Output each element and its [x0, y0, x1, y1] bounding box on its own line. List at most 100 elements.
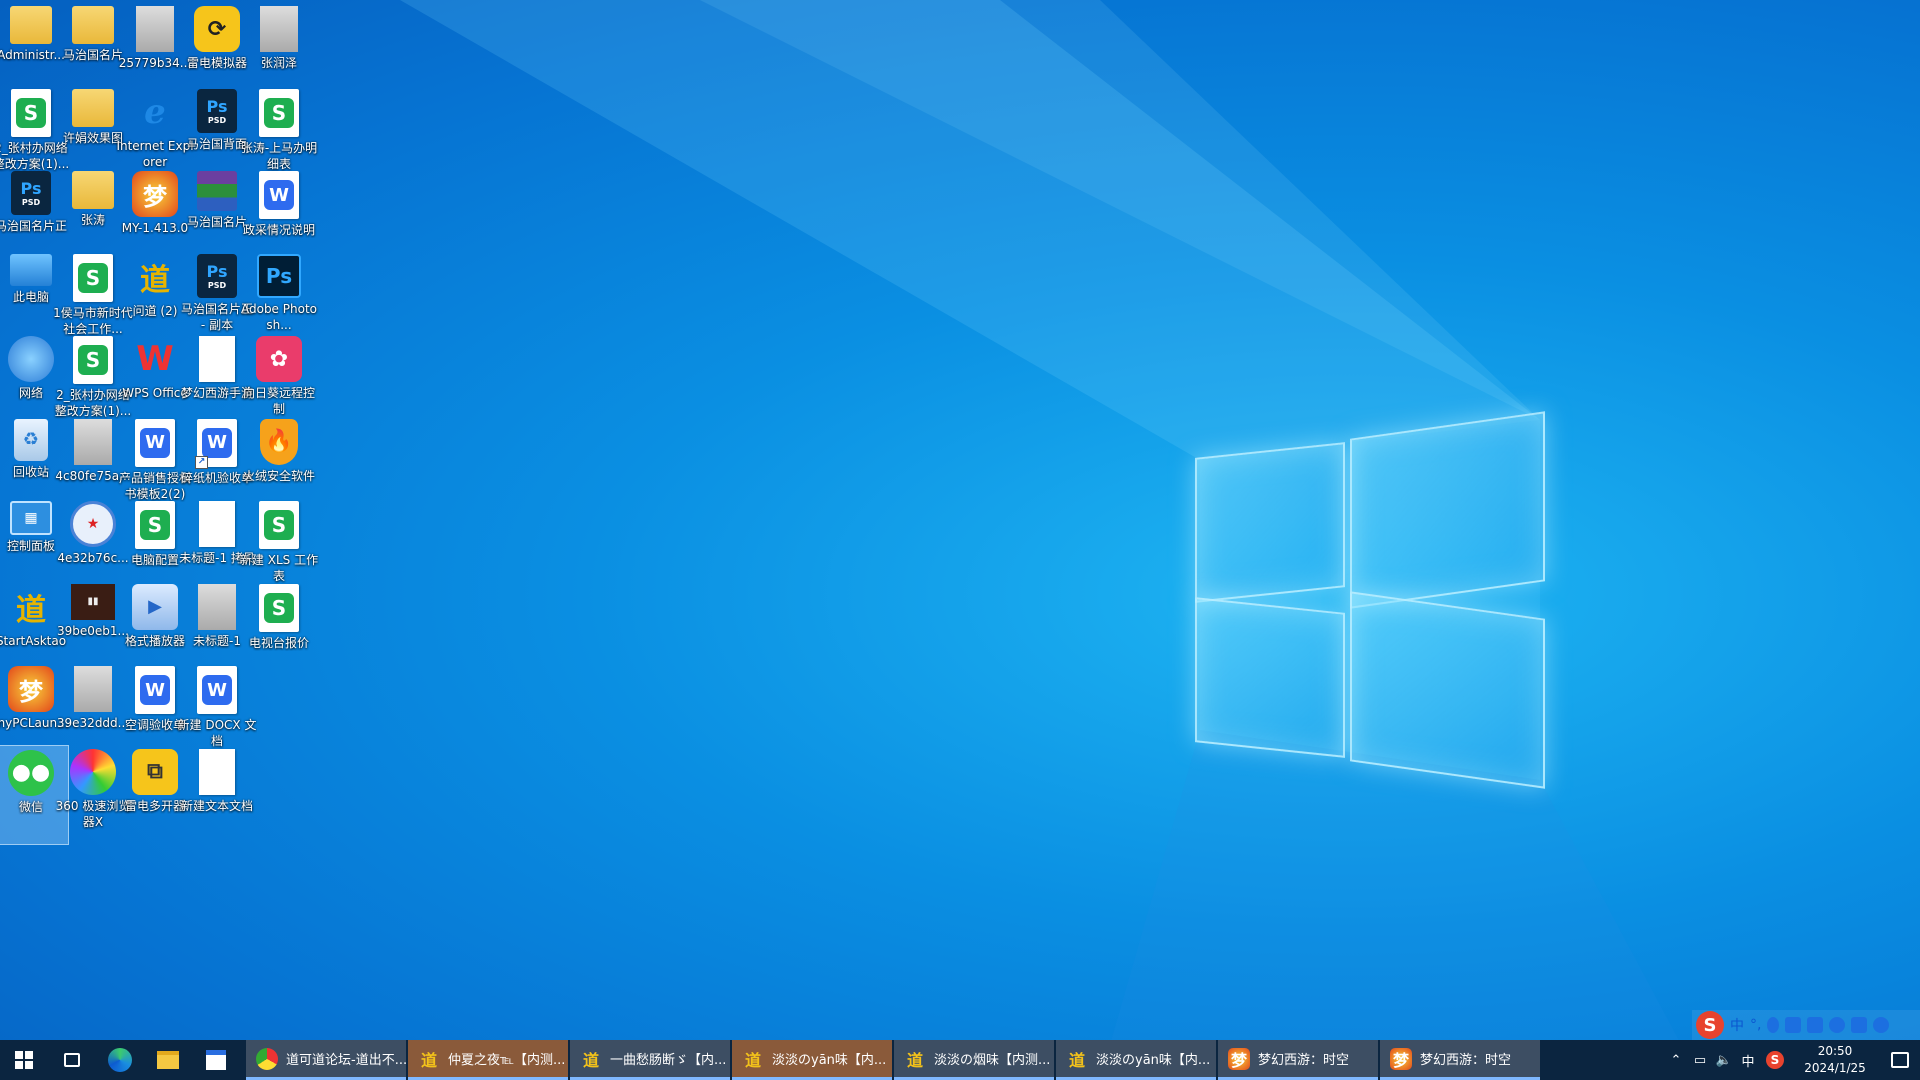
taskbar-window-label: 淡淡のyān味【内...: [772, 1053, 887, 1068]
spreadsheet-icon: S: [259, 583, 299, 632]
image-file-icon: [198, 583, 236, 630]
spreadsheet-icon: S: [11, 88, 51, 137]
edge-taskbar-button[interactable]: [96, 1040, 144, 1080]
taskbar: 道可道论坛-道出不... 道仲夏之夜℡【内测... 道一曲愁肠断ゞ【内... 道淡淡の…: [0, 1040, 1920, 1080]
edge-icon: [108, 1048, 132, 1072]
asktao-icon: 道: [582, 1050, 599, 1070]
store-button[interactable]: [192, 1040, 240, 1080]
asktao-icon: 道: [420, 1050, 437, 1070]
folder-icon: [72, 88, 114, 127]
system-tray: ⌃ ▭ 🔈 中 S 20:50 2024/1/25: [1664, 1040, 1920, 1080]
asktao-icon: 道: [744, 1050, 761, 1070]
spreadsheet-icon: S: [73, 253, 113, 302]
wps-office-icon: W: [136, 339, 174, 379]
taskbar-window-button[interactable]: 梦梦幻西游：时空: [1380, 1040, 1540, 1080]
spreadsheet-icon: S: [259, 88, 299, 137]
asktao-icon: 道: [906, 1050, 923, 1070]
image-file-icon: [199, 501, 235, 547]
taskbar-window-button[interactable]: 梦梦幻西游：时空: [1218, 1040, 1378, 1080]
folder-icon: [72, 6, 114, 44]
gamepad-icon[interactable]: [1829, 1017, 1846, 1033]
ime-toolbar[interactable]: S 中 °,: [1692, 1010, 1920, 1040]
asktao-game-icon: 道: [140, 262, 170, 298]
taskbar-window-label: 淡淡の烟味【内测...: [934, 1053, 1051, 1068]
clock-time: 20:50: [1817, 1044, 1853, 1058]
desktop-icon-label: 新建文本文档: [180, 798, 253, 813]
taskbar-window-label: 梦幻西游：时空: [1420, 1053, 1512, 1068]
desktop-icon-label: 火绒安全软件: [242, 468, 315, 483]
taskbar-window-label: 道可道论坛-道出不...: [286, 1053, 406, 1068]
desktop-icon-label: 政采情况说明: [242, 223, 315, 237]
taskbar-window-label: 一曲愁肠断ゞ【内...: [610, 1053, 727, 1068]
ime-punct-indicator[interactable]: °,: [1750, 1017, 1761, 1033]
this-pc-icon: [10, 253, 52, 286]
word-document-icon: W ↗: [195, 418, 237, 469]
format-player-icon: ▶: [132, 583, 178, 630]
desktop-icon[interactable]: 新建文本文档: [179, 745, 255, 845]
file-explorer-icon: [157, 1051, 179, 1069]
taskbar-window-button[interactable]: 道淡淡の烟味【内测...: [894, 1040, 1054, 1080]
taskbar-window-button[interactable]: 道淡淡のyān味【内...: [732, 1040, 892, 1080]
volume-icon[interactable]: 🔈: [1712, 1053, 1736, 1068]
task-view-icon: [64, 1053, 80, 1067]
blank-file-icon: [199, 336, 235, 382]
huorong-security-icon: 🔥: [260, 418, 298, 465]
logo-pane: [1350, 591, 1545, 789]
settings-icon[interactable]: [1873, 1017, 1890, 1033]
psd-file-icon: Ps PSD: [197, 88, 237, 133]
task-view-button[interactable]: [48, 1040, 96, 1080]
menghuan-launcher-icon: 梦: [8, 666, 54, 712]
grid-icon[interactable]: [1851, 1017, 1868, 1033]
desktop-icon-label: 张润泽: [260, 56, 297, 70]
taskbar-window-button[interactable]: 道仲夏之夜℡【内测...: [408, 1040, 568, 1080]
start-button[interactable]: [0, 1040, 48, 1080]
word-document-icon: W: [259, 171, 299, 219]
image-file-icon: [136, 6, 174, 52]
sogou-tray-icon[interactable]: S: [1766, 1051, 1784, 1069]
wechat-icon: ●●: [8, 749, 54, 796]
shirt-icon[interactable]: [1807, 1017, 1824, 1033]
chrome-icon: [256, 1047, 278, 1070]
image-file-icon: [74, 418, 112, 465]
winrar-archive-icon: [197, 171, 237, 211]
ldplayer-icon: ⟳: [194, 6, 240, 52]
portrait-photo-icon: [260, 6, 298, 52]
desktop-icon-label: 向日葵远程控制: [242, 386, 315, 416]
asktao-icon: 道: [1068, 1050, 1085, 1070]
store-icon: [206, 1050, 226, 1070]
sunflower-remote-icon: ✿: [256, 336, 302, 382]
mic-icon[interactable]: [1767, 1017, 1780, 1033]
file-explorer-button[interactable]: [144, 1040, 192, 1080]
taskbar-window-button[interactable]: 道淡淡のyān味【内...: [1056, 1040, 1216, 1080]
sogou-ime-icon[interactable]: S: [1696, 1011, 1724, 1039]
input-language-indicator[interactable]: 中: [1736, 1051, 1760, 1070]
taskbar-window-button[interactable]: 道一曲愁肠断ゞ【内...: [570, 1040, 730, 1080]
spreadsheet-icon: S: [259, 501, 299, 549]
seal-image-icon: ★: [70, 501, 116, 547]
taskbar-window-label: 淡淡のyān味【内...: [1096, 1053, 1211, 1068]
photoshop-app-icon: Ps: [257, 253, 301, 298]
psd-file-icon: Ps PSD: [11, 171, 51, 215]
notification-icon: [1891, 1052, 1909, 1068]
ldplayer-multi-icon: ⧉: [132, 748, 178, 795]
psd-file-icon: Ps PSD: [197, 253, 237, 298]
logo-pane: [1350, 411, 1545, 609]
360-browser-icon: [70, 748, 116, 795]
ime-mode-indicator[interactable]: 中: [1730, 1015, 1744, 1035]
keyboard-icon[interactable]: [1785, 1017, 1802, 1033]
desktop-icon-label: Adobe Photosh...: [240, 301, 317, 332]
asktao-game-icon: 道: [16, 592, 46, 628]
chevron-up-icon[interactable]: ⌃: [1664, 1053, 1688, 1068]
windows-logo: [1180, 400, 1560, 800]
desktop-icon-grid: Administr... 马治国名片 25779b34... ⟳ 雷电模拟器 张润泽 S 2_…: [0, 0, 400, 1020]
windows-start-icon: [15, 1051, 33, 1069]
taskbar-window-label: 仲夏之夜℡【内测...: [448, 1053, 566, 1068]
action-center-button[interactable]: [1880, 1052, 1920, 1068]
taskbar-window-button[interactable]: 道可道论坛-道出不...: [246, 1040, 406, 1080]
clock[interactable]: 20:50 2024/1/25: [1790, 1043, 1880, 1077]
image-file-icon: ▮▮: [71, 583, 115, 620]
logo-pane: [1195, 442, 1345, 603]
word-document-icon: W: [135, 666, 175, 714]
word-document-icon: W: [197, 666, 237, 714]
network-status-icon[interactable]: ▭: [1688, 1053, 1712, 1068]
